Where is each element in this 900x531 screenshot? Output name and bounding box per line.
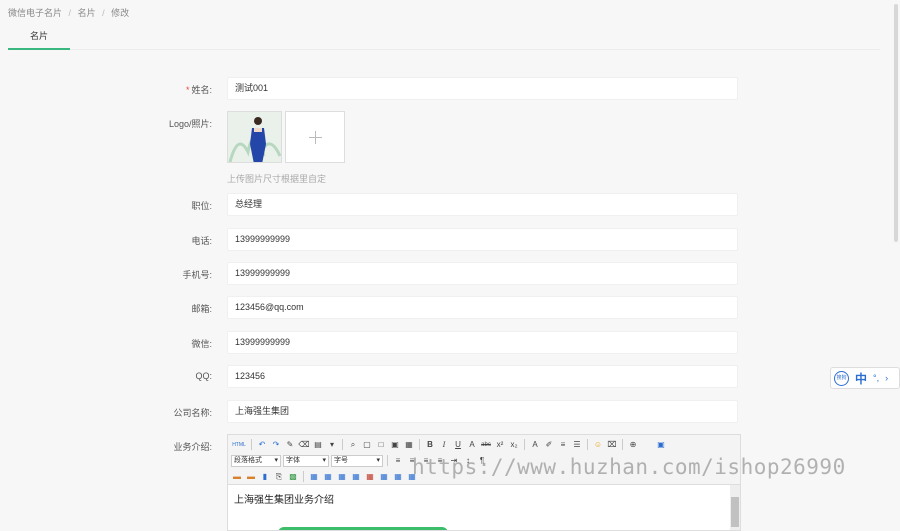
position-input[interactable]: 总经理 xyxy=(227,193,738,216)
font-family-select[interactable]: 字体 ▾ xyxy=(283,454,329,467)
name-label: * 姓名: xyxy=(185,85,212,95)
fullscreen-icon[interactable]: ▣ xyxy=(655,439,667,451)
zoom-icon[interactable]: ⊕ xyxy=(627,439,639,451)
email-label: 邮箱: xyxy=(191,304,212,314)
unordered-list-icon[interactable]: ☰ xyxy=(571,439,583,451)
ime-punctuation-icon[interactable]: °, xyxy=(873,373,879,383)
table-icon[interactable]: ▦ xyxy=(308,471,320,483)
ime-chinese-toggle[interactable]: 中 xyxy=(855,370,867,387)
phone-input[interactable]: 13999999999 xyxy=(227,228,738,251)
font-color-icon[interactable]: A xyxy=(529,439,541,451)
company-label: 公司名称: xyxy=(173,408,212,418)
business-label: 业务介绍: xyxy=(173,442,212,452)
qq-input[interactable]: 123456 xyxy=(227,365,738,388)
mobile-label: 手机号: xyxy=(182,270,212,280)
watermark-text: https://www.huzhan.com/ishop26990 xyxy=(412,455,846,479)
find-icon[interactable]: ⌕ xyxy=(347,439,359,451)
tab-card[interactable]: 名片 xyxy=(8,28,70,50)
map-icon[interactable]: ▩ xyxy=(287,471,299,483)
breadcrumb-separator: / xyxy=(68,8,72,18)
redo-icon[interactable]: ↷ xyxy=(270,439,282,451)
breadcrumb: 微信电子名片 / 名片 / 修改 xyxy=(8,6,133,19)
multi-image-icon[interactable]: ▬ xyxy=(245,471,257,483)
ordered-list-icon[interactable]: ≡ xyxy=(557,439,569,451)
logo-thumbnail-image[interactable] xyxy=(227,111,282,163)
email-input[interactable]: 123456@qq.com xyxy=(227,296,738,319)
copy-icon[interactable]: ▢ xyxy=(361,439,373,451)
editor-scrollbar[interactable] xyxy=(730,485,740,530)
superscript-icon[interactable]: x² xyxy=(494,439,506,451)
video-icon[interactable]: ▮ xyxy=(259,471,271,483)
breadcrumb-separator: / xyxy=(102,8,105,18)
attachment-icon[interactable]: ⎘ xyxy=(273,471,285,483)
print-icon[interactable]: ▣ xyxy=(389,439,401,451)
eraser-icon[interactable]: ⌫ xyxy=(298,439,310,451)
italic-icon[interactable]: I xyxy=(438,439,450,451)
html-source-button[interactable]: HTML xyxy=(231,439,247,451)
required-mark: * xyxy=(185,85,190,95)
strikethrough-icon[interactable]: abc xyxy=(480,439,492,451)
breadcrumb-item-home[interactable]: 微信电子名片 xyxy=(8,8,62,18)
rich-text-editor: HTML ↶ ↷ ✎ ⌫ ▤ ▾ ⌕ ▢ □ ▣ ▦ B I U A abc x… xyxy=(227,434,741,531)
mobile-input[interactable]: 13999999999 xyxy=(227,262,738,285)
table-props-icon[interactable]: ▦ xyxy=(392,471,404,483)
split-cells-icon[interactable]: ▦ xyxy=(378,471,390,483)
merge-cells-icon[interactable]: ▦ xyxy=(350,471,362,483)
brush-icon[interactable]: ✎ xyxy=(284,439,296,451)
position-label: 职位: xyxy=(191,201,212,211)
green-banner-image xyxy=(278,527,448,530)
insert-col-icon[interactable]: ▦ xyxy=(336,471,348,483)
align-left-icon[interactable]: ≡ xyxy=(392,455,404,467)
editor-content[interactable]: 上海强生集团业务介绍 xyxy=(228,485,740,530)
paragraph-format-select[interactable]: 段落格式 ▾ xyxy=(231,454,281,467)
tab-bar: 名片 xyxy=(8,28,880,50)
clear-format-icon[interactable]: ⌧ xyxy=(606,439,618,451)
paste-icon[interactable]: ▤ xyxy=(312,439,324,451)
undo-icon[interactable]: ↶ xyxy=(256,439,268,451)
upload-hint: 上传图片尺寸根据里自定 xyxy=(227,174,327,184)
page-scrollbar[interactable] xyxy=(894,0,899,531)
breadcrumb-item-edit: 修改 xyxy=(111,8,130,18)
emoji-icon[interactable]: ☺ xyxy=(592,439,604,451)
ime-logo-icon[interactable]: 搜狗 xyxy=(834,370,849,386)
border-icon[interactable]: A xyxy=(466,439,478,451)
breadcrumb-item-card[interactable]: 名片 xyxy=(78,8,96,18)
subscript-icon[interactable]: x₂ xyxy=(508,439,520,451)
phone-label: 电话: xyxy=(191,236,212,246)
plus-icon xyxy=(315,131,316,144)
logo-label: Logo/照片: xyxy=(168,119,212,129)
new-doc-icon[interactable]: □ xyxy=(375,439,387,451)
name-input[interactable]: 测试001 xyxy=(227,77,738,100)
preview-icon[interactable]: ▦ xyxy=(403,439,415,451)
insert-row-icon[interactable]: ▦ xyxy=(322,471,334,483)
image-icon[interactable]: ▬ xyxy=(231,471,243,483)
ime-more-icon[interactable]: › xyxy=(885,373,888,383)
delete-table-icon[interactable]: ▦ xyxy=(364,471,376,483)
wechat-label: 微信: xyxy=(191,339,212,349)
font-size-select[interactable]: 字号 ▾ xyxy=(331,454,383,467)
format-icon[interactable]: ▾ xyxy=(326,439,338,451)
underline-icon[interactable]: U xyxy=(452,439,464,451)
highlight-icon[interactable]: ✐ xyxy=(543,439,555,451)
company-input[interactable]: 上海强生集团 xyxy=(227,400,738,423)
ime-toolbar[interactable]: 搜狗 中 °, › xyxy=(830,367,900,389)
upload-button[interactable] xyxy=(285,111,345,163)
bold-icon[interactable]: B xyxy=(424,439,436,451)
qq-label: QQ: xyxy=(195,371,212,381)
wechat-input[interactable]: 13999999999 xyxy=(227,331,738,354)
